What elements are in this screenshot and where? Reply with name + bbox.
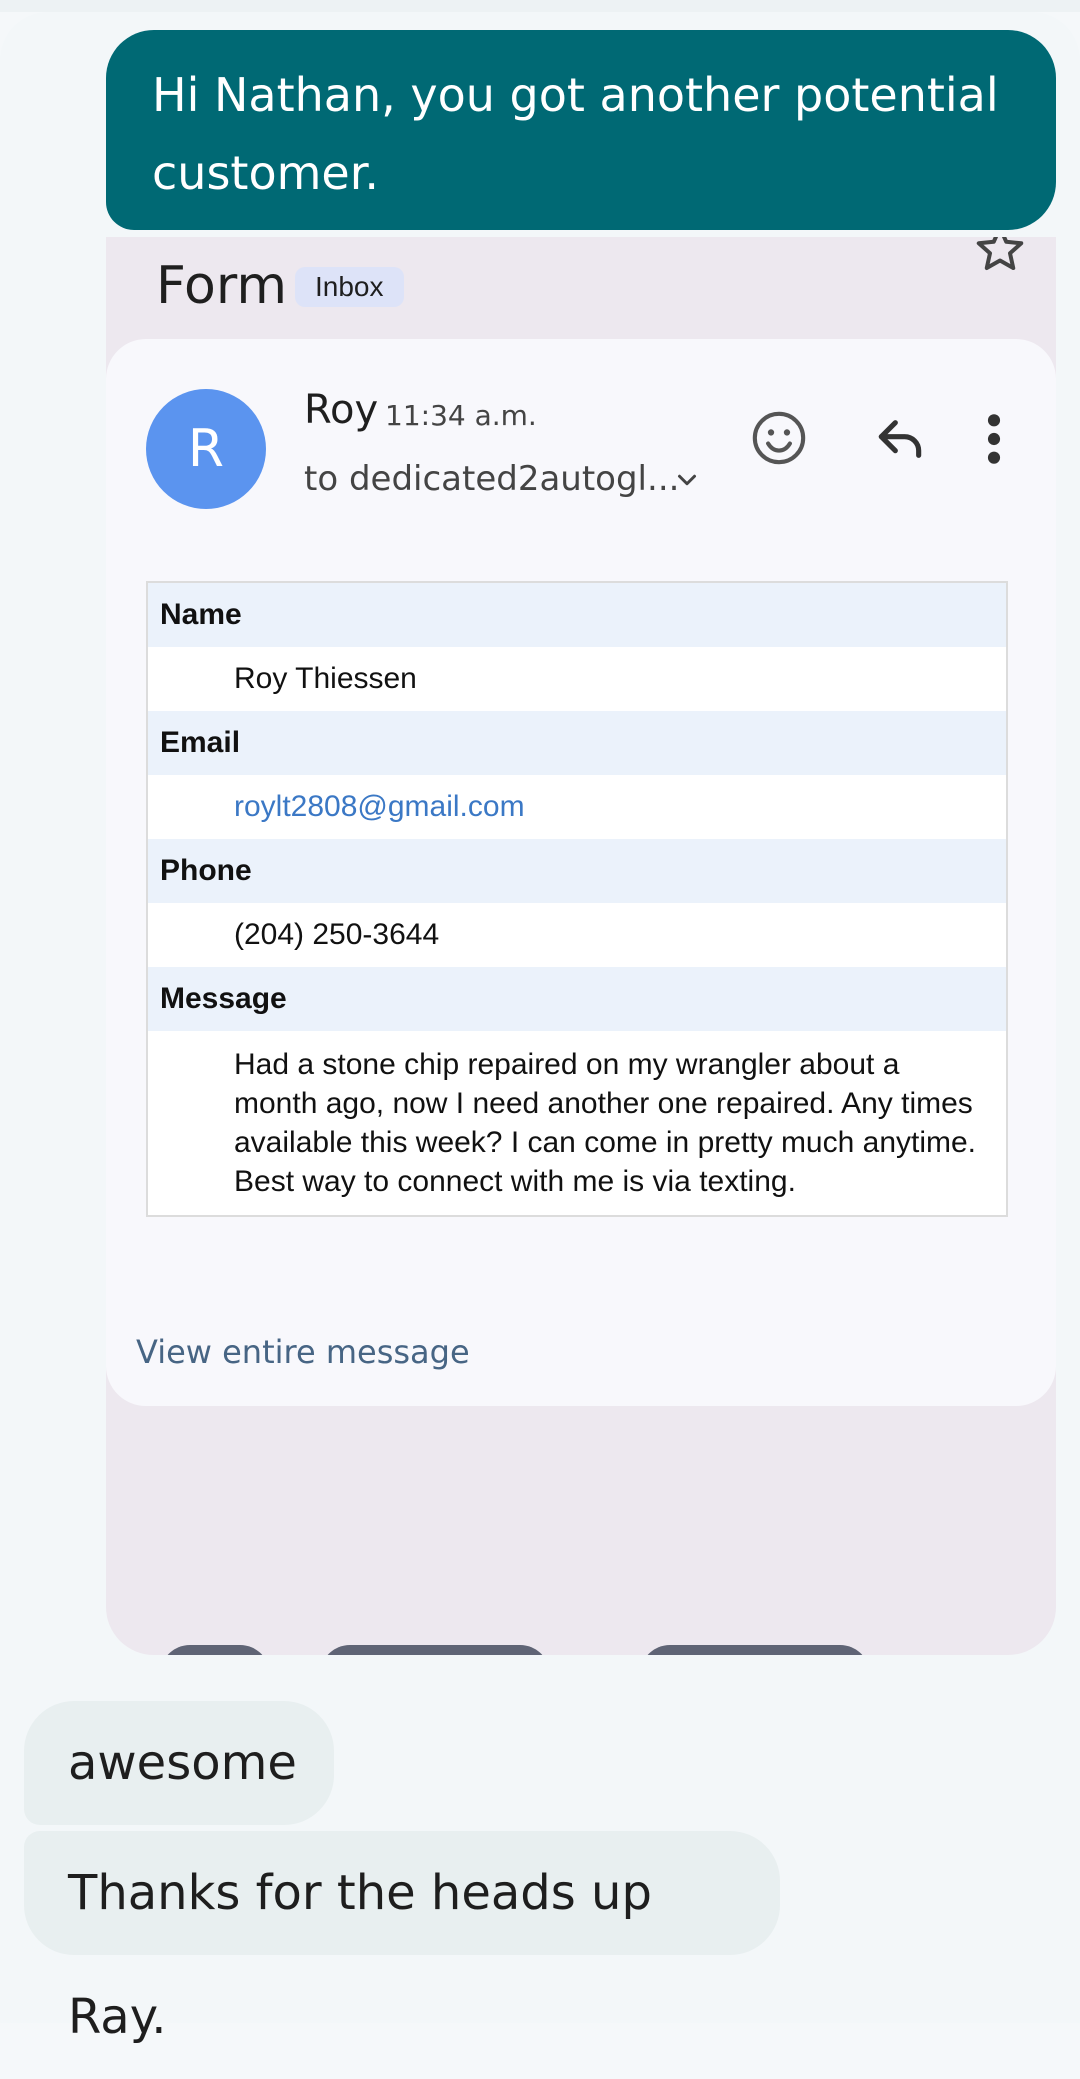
view-entire-message-link: View entire message — [136, 1333, 470, 1371]
more-vert-icon — [987, 414, 1001, 464]
message-label: Message — [148, 967, 1006, 1031]
star-icon — [976, 237, 1024, 270]
name-label: Name — [148, 583, 1006, 647]
recipient-line: to dedicated2autogl... — [304, 459, 680, 499]
name-value: Roy Thiessen — [148, 647, 1006, 711]
emoji-icon — [752, 411, 806, 465]
email-label: Email — [148, 711, 1006, 775]
email-screenshot-attachment[interactable]: Form Inbox R Roy 11:34 a.m. to dedicated… — [106, 237, 1056, 1655]
inbox-label-chip: Inbox — [295, 267, 404, 307]
phone-value: (204) 250-3644 — [148, 903, 1006, 967]
email-card: R Roy 11:34 a.m. to dedicated2autogl... … — [106, 339, 1056, 1406]
email-subject: Form — [156, 256, 287, 316]
incoming-message-text: awesome — [68, 1735, 297, 1791]
incoming-message-bubble[interactable]: Thanks for the heads up Ray. — [24, 1831, 780, 2045]
email-link: roylt2808@gmail.com — [234, 790, 525, 823]
email-value: roylt2808@gmail.com — [148, 775, 1006, 839]
avatar: R — [146, 389, 266, 509]
reply-icon — [878, 420, 922, 458]
cropped-button — [320, 1645, 550, 1655]
outgoing-message-text: Hi Nathan, you got another potential cus… — [152, 68, 999, 200]
status-area — [0, 0, 1080, 12]
message-value: Had a stone chip repaired on my wrangler… — [148, 1031, 1006, 1215]
sender-name: Roy — [304, 387, 379, 433]
cropped-button — [160, 1645, 270, 1655]
outgoing-message-bubble[interactable]: Hi Nathan, you got another potential cus… — [106, 30, 1056, 230]
chevron-down-icon — [678, 474, 696, 486]
email-time: 11:34 a.m. — [385, 399, 537, 432]
cropped-button — [640, 1645, 870, 1655]
phone-label: Phone — [148, 839, 1006, 903]
incoming-message-bubble[interactable]: awesome — [24, 1701, 334, 1825]
form-fields-table: Name Roy Thiessen Email roylt2808@gmail.… — [146, 581, 1008, 1217]
